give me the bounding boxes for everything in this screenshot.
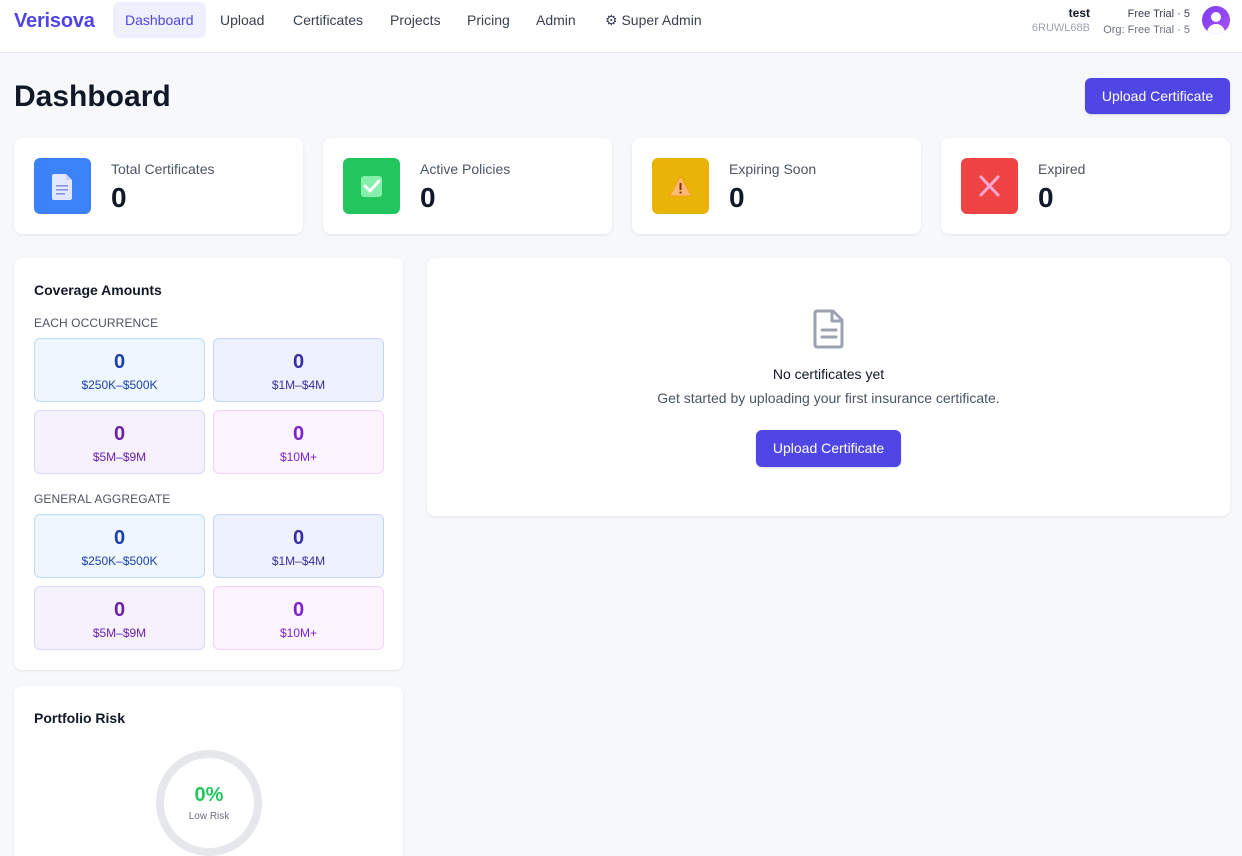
warning-icon <box>652 158 709 214</box>
risk-level-label: Low Risk <box>188 811 230 822</box>
coverage-tile[interactable]: 0 $10M+ <box>213 410 384 474</box>
nav-link-admin[interactable]: Admin <box>524 2 588 38</box>
plan-status: Free Trial · 5 <box>1127 8 1190 20</box>
coverage-tile[interactable]: 0 $1M–$4M <box>213 338 384 402</box>
coverage-tile[interactable]: 0 $250K–$500K <box>34 514 205 578</box>
user-name: test <box>1068 6 1090 20</box>
tile-range: $10M+ <box>279 626 318 640</box>
document-icon <box>34 158 91 214</box>
tile-range: $250K–$500K <box>81 554 158 568</box>
each-occurrence-label: EACH OCCURRENCE <box>34 316 159 330</box>
plan-info: Free Trial · 5 Org: Free Trial · 5 <box>1103 6 1190 38</box>
document-outline-icon <box>811 308 847 350</box>
check-icon <box>343 158 400 214</box>
certificates-empty-state: No certificates yet Get started by uploa… <box>427 258 1230 516</box>
tile-range: $250K–$500K <box>81 378 158 392</box>
coverage-tile[interactable]: 0 $1M–$4M <box>213 514 384 578</box>
tile-count: 0 <box>292 423 305 445</box>
tile-range: $1M–$4M <box>271 378 326 392</box>
nav-link-super-admin[interactable]: ⚙ Super Admin <box>593 2 714 38</box>
stat-card-total-certificates: Total Certificates 0 <box>14 138 303 234</box>
coverage-title: Coverage Amounts <box>34 282 162 298</box>
tile-range: $5M–$9M <box>92 450 147 464</box>
tile-count: 0 <box>292 599 305 621</box>
nav-link-upload[interactable]: Upload <box>208 2 276 38</box>
stat-label: Expiring Soon <box>729 161 817 177</box>
portfolio-risk-title: Portfolio Risk <box>34 710 126 726</box>
empty-state-subtitle: Get started by uploading your first insu… <box>657 390 1000 406</box>
page-title: Dashboard <box>14 80 171 113</box>
coverage-tile[interactable]: 0 $10M+ <box>213 586 384 650</box>
top-nav: Verisova Dashboard Upload Certificates P… <box>0 0 1242 53</box>
user-id: 6RUWL68B <box>1031 22 1090 34</box>
stat-value: 0 <box>420 182 436 213</box>
nav-link-certificates[interactable]: Certificates <box>281 2 375 38</box>
coverage-tile[interactable]: 0 $5M–$9M <box>34 586 205 650</box>
coverage-amounts-card: Coverage Amounts EACH OCCURRENCE 0 $250K… <box>14 258 403 670</box>
general-aggregate-label: GENERAL AGGREGATE <box>34 492 171 506</box>
risk-percent: 0% <box>194 784 224 806</box>
portfolio-risk-card: Portfolio Risk 0% Low Risk <box>14 686 403 856</box>
brand-logo[interactable]: Verisova <box>14 10 95 33</box>
stat-value: 0 <box>729 182 745 213</box>
user-avatar-icon[interactable] <box>1202 6 1230 34</box>
user-info: test 6RUWL68B <box>1032 6 1090 36</box>
x-icon <box>961 158 1018 214</box>
tile-range: $5M–$9M <box>92 626 147 640</box>
tile-count: 0 <box>292 527 305 549</box>
stat-value: 0 <box>1038 182 1054 213</box>
nav-link-projects[interactable]: Projects <box>378 2 453 38</box>
tile-count: 0 <box>113 351 126 373</box>
stat-card-expiring-soon: Expiring Soon 0 <box>632 138 921 234</box>
org-plan-status: Org: Free Trial · 5 <box>1103 24 1190 36</box>
tile-count: 0 <box>113 527 126 549</box>
upload-certificate-button[interactable]: Upload Certificate <box>1085 78 1230 114</box>
stat-value: 0 <box>111 182 127 213</box>
nav-link-pricing[interactable]: Pricing <box>455 2 522 38</box>
stat-label: Active Policies <box>420 161 511 177</box>
stat-label: Total Certificates <box>111 161 215 177</box>
nav-link-dashboard[interactable]: Dashboard <box>113 2 206 38</box>
stat-label: Expired <box>1038 161 1086 177</box>
stat-card-expired: Expired 0 <box>941 138 1230 234</box>
tile-count: 0 <box>292 351 305 373</box>
tile-range: $10M+ <box>279 450 318 464</box>
empty-upload-certificate-button[interactable]: Upload Certificate <box>756 430 901 467</box>
tile-range: $1M–$4M <box>271 554 326 568</box>
risk-gauge: 0% Low Risk <box>156 750 262 856</box>
tile-count: 0 <box>113 599 126 621</box>
coverage-tile[interactable]: 0 $5M–$9M <box>34 410 205 474</box>
stat-card-active-policies: Active Policies 0 <box>323 138 612 234</box>
coverage-tile[interactable]: 0 $250K–$500K <box>34 338 205 402</box>
tile-count: 0 <box>113 423 126 445</box>
empty-state-title: No certificates yet <box>772 366 885 382</box>
